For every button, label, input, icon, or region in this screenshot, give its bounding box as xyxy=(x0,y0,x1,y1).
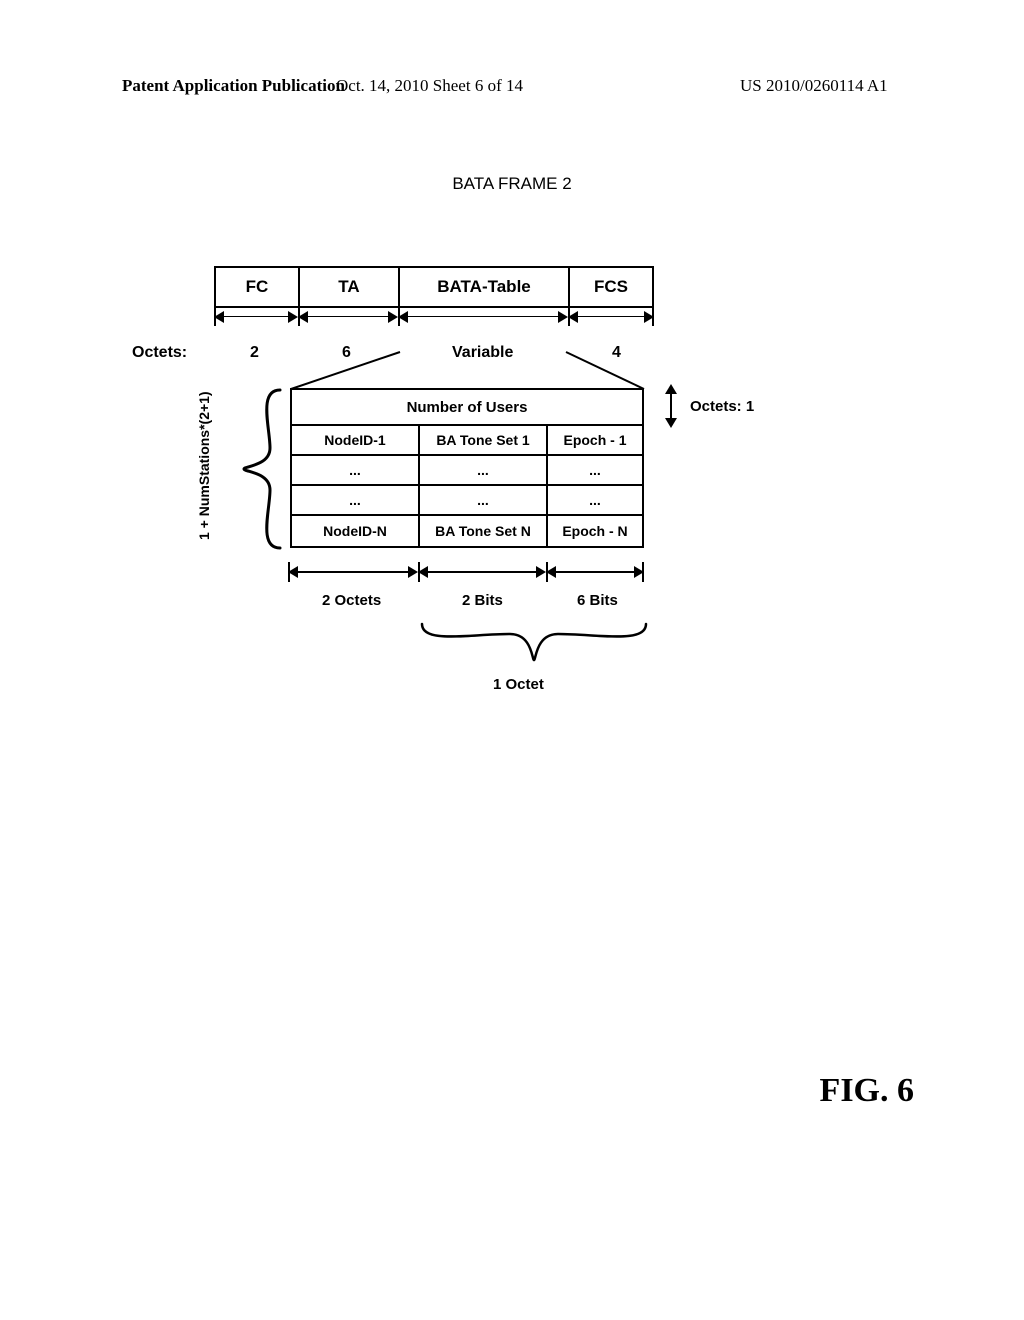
left-curly-brace-icon xyxy=(240,388,286,550)
octets-label: Octets: xyxy=(132,344,187,362)
frame-fields-row: FC TA BATA-Table FCS xyxy=(214,266,654,308)
bottom-curly-brace-icon xyxy=(420,622,648,672)
diagram-title: BATA FRAME 2 xyxy=(0,174,1024,194)
cell-nodeid: ... xyxy=(292,456,420,484)
octet-fc: 2 xyxy=(250,344,259,362)
table-row: NodeID-1 BA Tone Set 1 Epoch - 1 xyxy=(292,426,642,456)
cell-nodeid: NodeID-1 xyxy=(292,426,420,454)
dim-bata xyxy=(398,308,568,328)
header-mid: Oct. 14, 2010 Sheet 6 of 14 xyxy=(336,76,523,96)
one-octet-label: 1 Octet xyxy=(493,676,544,693)
dim-fc xyxy=(214,308,298,328)
field-bata-table: BATA-Table xyxy=(400,268,570,306)
octet-ta: 6 xyxy=(342,344,351,362)
sub-dim-label-1: 2 Octets xyxy=(322,592,381,609)
table-row: ... ... ... xyxy=(292,486,642,516)
dim-epoch xyxy=(546,562,644,584)
frame-dimensions-row xyxy=(214,308,654,328)
cell-toneset: BA Tone Set 1 xyxy=(420,426,548,454)
header-right: US 2010/0260114 A1 xyxy=(740,76,888,96)
cell-toneset: ... xyxy=(420,456,548,484)
field-ta: TA xyxy=(300,268,400,306)
octet-bata: Variable xyxy=(452,344,513,362)
dim-ta xyxy=(298,308,398,328)
figure-caption: FIG. 6 xyxy=(820,1072,914,1110)
sub-dim-label-3: 6 Bits xyxy=(577,592,618,609)
frame-structure: FC TA BATA-Table FCS xyxy=(214,266,654,328)
dim-fcs xyxy=(568,308,654,328)
cell-nodeid: ... xyxy=(292,486,420,514)
bata-table-detail: Number of Users NodeID-1 BA Tone Set 1 E… xyxy=(290,388,644,548)
cell-epoch: ... xyxy=(548,486,642,514)
sub-table-header: Number of Users xyxy=(292,390,642,426)
side-vertical-label: 1 + NumStations*(2+1) xyxy=(196,391,212,540)
field-fcs: FCS xyxy=(570,268,652,306)
octets-1-label: Octets: 1 xyxy=(690,398,754,415)
cell-epoch: ... xyxy=(548,456,642,484)
sub-table: Number of Users NodeID-1 BA Tone Set 1 E… xyxy=(290,388,644,548)
cell-epoch: Epoch - N xyxy=(548,516,642,546)
dim-toneset xyxy=(418,562,546,584)
octet-fcs: 4 xyxy=(612,344,621,362)
field-fc: FC xyxy=(216,268,300,306)
dim-nodeid xyxy=(288,562,418,584)
sub-dimensions xyxy=(288,562,646,584)
cell-toneset: BA Tone Set N xyxy=(420,516,548,546)
cell-nodeid: NodeID-N xyxy=(292,516,420,546)
cell-toneset: ... xyxy=(420,486,548,514)
table-row: ... ... ... xyxy=(292,456,642,486)
cell-epoch: Epoch - 1 xyxy=(548,426,642,454)
header-left: Patent Application Publication xyxy=(122,76,345,96)
sub-dim-label-2: 2 Bits xyxy=(462,592,503,609)
table-row: NodeID-N BA Tone Set N Epoch - N xyxy=(292,516,642,546)
